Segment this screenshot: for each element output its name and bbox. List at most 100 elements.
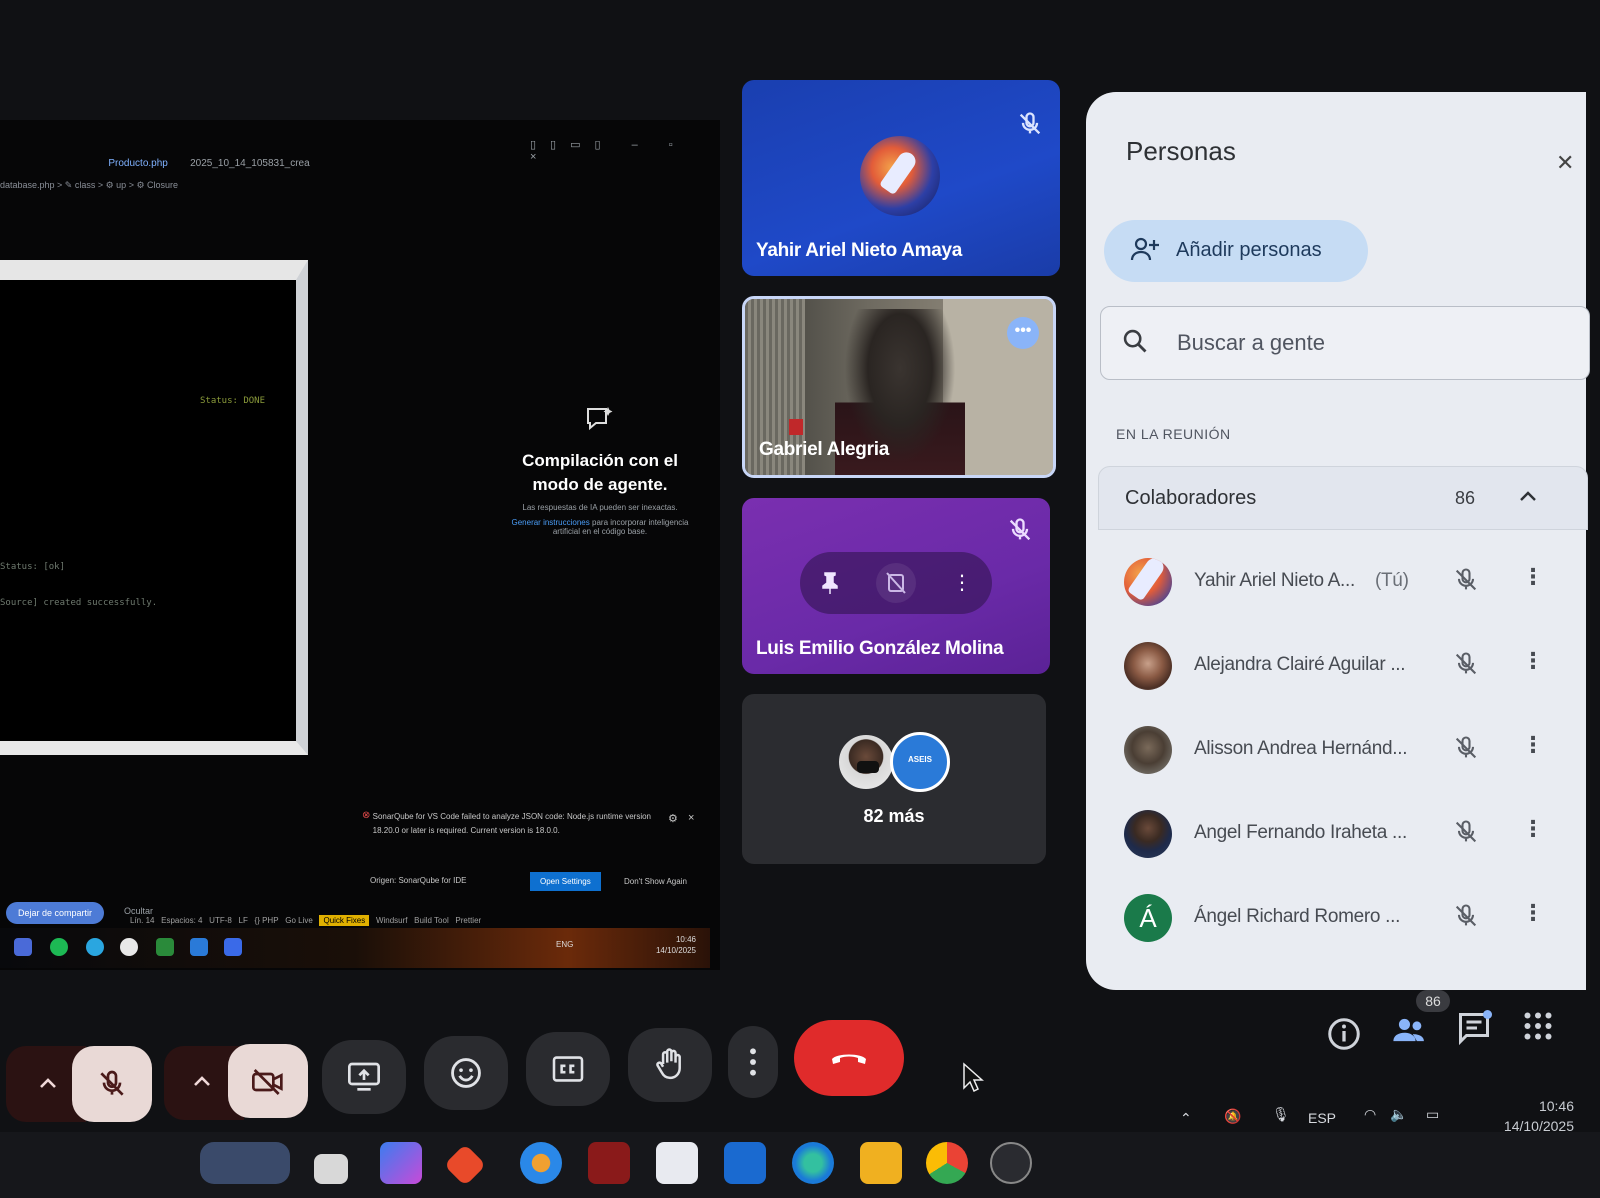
wifi-icon[interactable]: ◠: [1364, 1106, 1376, 1123]
mic-off-icon: [1455, 568, 1477, 591]
chrome-icon[interactable]: [120, 938, 138, 956]
more-vert-icon[interactable]: ⋮: [942, 563, 982, 603]
participant-name: Luis Emilio González Molina: [756, 638, 1004, 659]
system-clock[interactable]: 10:46 14/10/2025: [1504, 1096, 1574, 1136]
notifications-off-icon[interactable]: 🔕: [1224, 1108, 1241, 1125]
add-people-button[interactable]: Añadir personas: [1104, 220, 1368, 282]
status-item[interactable]: {} PHP: [255, 916, 279, 925]
chevron-up-icon[interactable]: [1517, 485, 1539, 507]
status-item[interactable]: Build Tool: [414, 916, 449, 925]
dont-show-again-button[interactable]: Don't Show Again: [618, 872, 693, 891]
remove-from-view-icon[interactable]: [876, 563, 916, 603]
search-taskbar-icon[interactable]: [200, 1142, 290, 1184]
participant-tile-active[interactable]: ••• Gabriel Alegria: [742, 296, 1056, 478]
people-panel: Personas ✕ Añadir personas EN LA REUNIÓN…: [1086, 92, 1590, 990]
person-row[interactable]: Alisson Andrea Hernánd... ⋮: [1098, 712, 1588, 796]
edge-icon[interactable]: [792, 1142, 834, 1184]
status-item[interactable]: Prettier: [455, 916, 481, 925]
person-name: Ángel Richard Romero ...: [1194, 906, 1401, 927]
status-item[interactable]: LF: [239, 916, 248, 925]
pin-icon[interactable]: [810, 563, 850, 603]
app-icon[interactable]: [520, 1142, 562, 1184]
hide-sharing-button[interactable]: Ocultar: [124, 906, 153, 916]
app-icon[interactable]: [990, 1142, 1032, 1184]
file-explorer-icon[interactable]: [860, 1142, 902, 1184]
store-icon[interactable]: [656, 1142, 698, 1184]
status-item[interactable]: UTF-8: [209, 916, 232, 925]
more-options-icon[interactable]: •••: [1007, 317, 1039, 349]
status-item-highlight[interactable]: Quick Fixes: [319, 915, 370, 926]
person-row[interactable]: Á Ángel Richard Romero ... ⋮: [1098, 880, 1588, 964]
chevron-up-icon: [194, 1076, 210, 1086]
raise-hand-button[interactable]: [628, 1028, 712, 1102]
window-controls[interactable]: ▯▯▭▯ – ▫ ×: [530, 138, 720, 163]
emoji-button[interactable]: [424, 1036, 508, 1110]
more-vert-icon[interactable]: ⋮: [1522, 732, 1544, 758]
captions-button[interactable]: [526, 1032, 610, 1106]
task-view-icon[interactable]: [314, 1154, 348, 1184]
agent-link[interactable]: Generar instrucciones: [512, 518, 590, 527]
search-input[interactable]: [1177, 325, 1557, 361]
editor-tabs[interactable]: Producto.php 2025_10_14_105831_crea: [0, 158, 310, 169]
mouse-cursor-icon: [963, 1062, 984, 1093]
leave-call-button[interactable]: [794, 1020, 904, 1096]
app-icon[interactable]: [14, 938, 32, 956]
status-item[interactable]: Espacios: 4: [161, 916, 202, 925]
person-row[interactable]: Alejandra Clairé Aguilar ... ⋮: [1098, 628, 1588, 712]
mic-off-icon: [1455, 904, 1477, 927]
excel-icon[interactable]: [156, 938, 174, 956]
participant-tile[interactable]: ⋮ Luis Emilio González Molina: [742, 498, 1050, 674]
more-participants-tile[interactable]: ASEIS 82 más: [742, 694, 1046, 864]
person-row[interactable]: Yahir Ariel Nieto A... (Tú) ⋮: [1098, 544, 1588, 628]
camera-toggle-button[interactable]: [228, 1044, 308, 1118]
present-screen-button[interactable]: [322, 1040, 406, 1114]
people-icon[interactable]: [1392, 1012, 1428, 1048]
person-row[interactable]: Angel Fernando Iraheta ... ⋮: [1098, 796, 1588, 880]
more-options-button[interactable]: [728, 1026, 778, 1098]
apps-grid-icon[interactable]: [1520, 1008, 1556, 1044]
more-vert-icon[interactable]: ⋮: [1522, 816, 1544, 842]
editor-tab-producto[interactable]: Producto.php: [108, 158, 168, 169]
editor-tab[interactable]: [0, 158, 106, 169]
vscode-icon[interactable]: [190, 938, 208, 956]
microphone-icon[interactable]: 🎙: [1272, 1106, 1290, 1123]
chevron-up-icon[interactable]: ⌃: [1180, 1110, 1192, 1127]
copilot-icon[interactable]: [380, 1142, 422, 1184]
spotify-icon[interactable]: [50, 938, 68, 956]
chat-icon[interactable]: [1456, 1010, 1492, 1046]
stop-sharing-chip[interactable]: Dejar de compartir: [6, 902, 105, 924]
terminal-line: Status: DONE: [200, 396, 266, 406]
volume-icon[interactable]: 🔈: [1390, 1106, 1407, 1123]
status-item[interactable]: Windsurf: [376, 916, 408, 925]
edge-icon[interactable]: [86, 938, 104, 956]
inner-clock: 10:46 14/10/2025: [656, 934, 696, 956]
app-icon[interactable]: [443, 1143, 487, 1187]
battery-icon[interactable]: ▭: [1426, 1106, 1439, 1123]
outlook-icon[interactable]: [724, 1142, 766, 1184]
mic-toggle-button[interactable]: [72, 1046, 152, 1122]
open-settings-button[interactable]: Open Settings: [530, 872, 601, 891]
terminal-window[interactable]: Status: DONE Status: [ok] Source] create…: [0, 260, 308, 755]
info-icon[interactable]: [1326, 1016, 1362, 1052]
close-icon[interactable]: ×: [688, 812, 694, 824]
inner-date: 14/10/2025: [655, 946, 696, 955]
gear-icon[interactable]: ⚙: [668, 812, 678, 825]
more-vert-icon[interactable]: ⋮: [1522, 648, 1544, 674]
agent-hint: Generar instrucciones para incorporar in…: [500, 518, 700, 536]
shared-screen: ▯▯▭▯ – ▫ × Producto.php 2025_10_14_10583…: [0, 120, 720, 970]
status-item[interactable]: Lín. 14: [130, 916, 154, 925]
participant-tile[interactable]: Yahir Ariel Nieto Amaya: [742, 80, 1060, 276]
people-list: Yahir Ariel Nieto A... (Tú) ⋮ Alejandra C…: [1098, 538, 1588, 990]
mcafee-icon[interactable]: [588, 1142, 630, 1184]
status-item[interactable]: Go Live: [285, 916, 313, 925]
more-vert-icon[interactable]: ⋮: [1522, 900, 1544, 926]
chrome-icon[interactable]: [926, 1142, 968, 1184]
collaborators-group-header[interactable]: Colaboradores 86: [1098, 466, 1588, 530]
language-indicator[interactable]: ESP: [1308, 1110, 1336, 1126]
screen: ▯▯▭▯ – ▫ × Producto.php 2025_10_14_10583…: [0, 0, 1600, 1198]
editor-tab-migration[interactable]: 2025_10_14_105831_crea: [190, 158, 310, 169]
more-vert-icon[interactable]: ⋮: [1522, 564, 1544, 590]
close-icon[interactable]: ✕: [1556, 150, 1574, 176]
app-icon[interactable]: [224, 938, 242, 956]
search-box[interactable]: [1100, 306, 1590, 380]
